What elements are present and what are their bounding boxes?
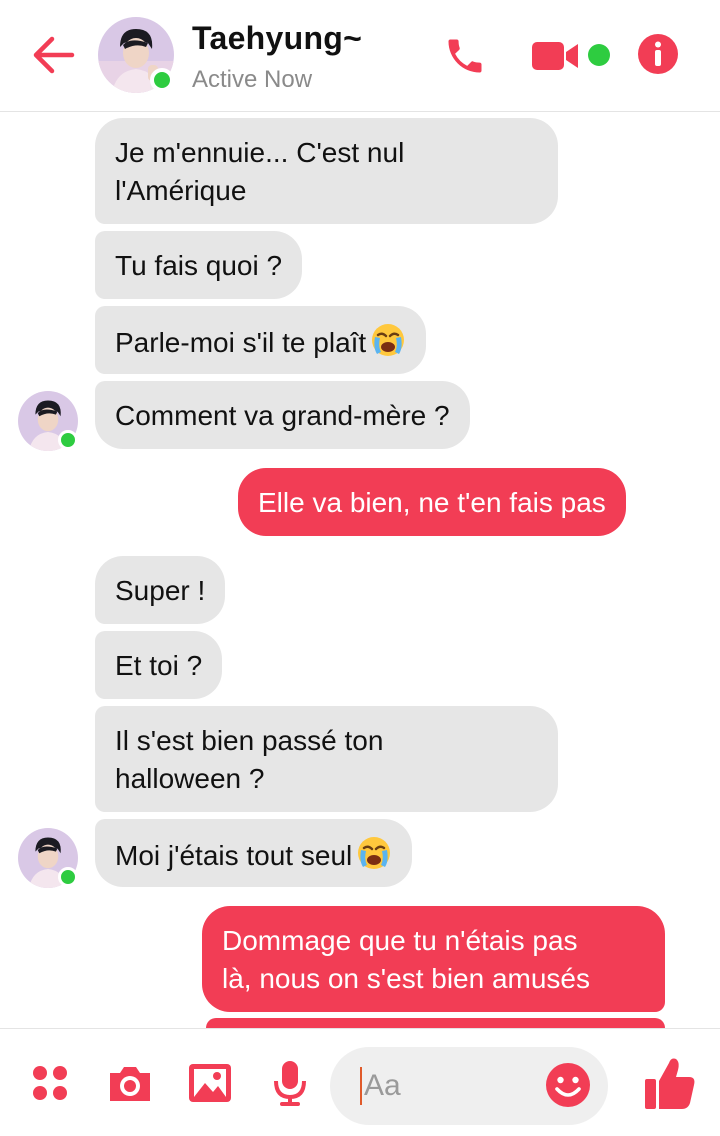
message-bubble-incoming[interactable]: Et toi ?	[95, 631, 223, 699]
message-text: Moi j'étais tout seul	[115, 840, 353, 871]
video-camera-icon[interactable]	[530, 36, 582, 76]
camera-icon[interactable]	[104, 1057, 156, 1109]
image-icon[interactable]	[184, 1057, 236, 1109]
message-bubble-incoming[interactable]: Parle-moi s'il te plaît	[95, 306, 427, 374]
message-input[interactable]	[360, 1067, 530, 1105]
online-indicator	[58, 867, 78, 887]
loudly-crying-face-icon	[372, 324, 405, 356]
online-indicator	[150, 68, 174, 92]
microphone-icon[interactable]	[264, 1057, 316, 1109]
message-bubble-incoming[interactable]: Super !	[95, 556, 226, 624]
info-icon[interactable]	[636, 32, 680, 76]
thumbs-up-icon[interactable]	[642, 1053, 698, 1113]
apps-grid-icon[interactable]	[24, 1057, 76, 1109]
smiley-icon[interactable]	[544, 1061, 592, 1109]
message-text: Parle-moi s'il te plaît	[115, 327, 367, 358]
conversation-header: Taehyung~ Active Now	[0, 0, 720, 112]
message-input-container[interactable]	[330, 1047, 608, 1125]
loudly-crying-face-icon	[358, 837, 391, 869]
message-bubble-outgoing[interactable]: Elle va bien, ne t'en fais pas	[238, 468, 626, 536]
message-bubble-incoming[interactable]: Je m'ennuie... C'est nul l'Amérique	[95, 118, 558, 224]
phone-icon[interactable]	[440, 32, 490, 80]
message-bubble-outgoing[interactable]: Dommage que tu n'étais pas là, nous on s…	[202, 906, 665, 1012]
composer-bar	[0, 1028, 720, 1136]
message-text: Tu fais quoi ?	[115, 250, 283, 281]
back-arrow-icon[interactable]	[28, 30, 78, 80]
message-bubble-incoming[interactable]: Moi j'étais tout seul	[95, 819, 413, 887]
contact-status: Active Now	[192, 66, 313, 93]
message-bubble-incoming[interactable]: Il s'est bien passé ton halloween ?	[95, 706, 558, 812]
online-indicator	[58, 430, 78, 450]
video-active-indicator	[588, 44, 610, 66]
message-bubble-incoming[interactable]: Tu fais quoi ?	[95, 231, 303, 299]
message-bubble-incoming[interactable]: Comment va grand-mère ?	[95, 381, 470, 449]
contact-name[interactable]: Taehyung~	[192, 20, 362, 57]
